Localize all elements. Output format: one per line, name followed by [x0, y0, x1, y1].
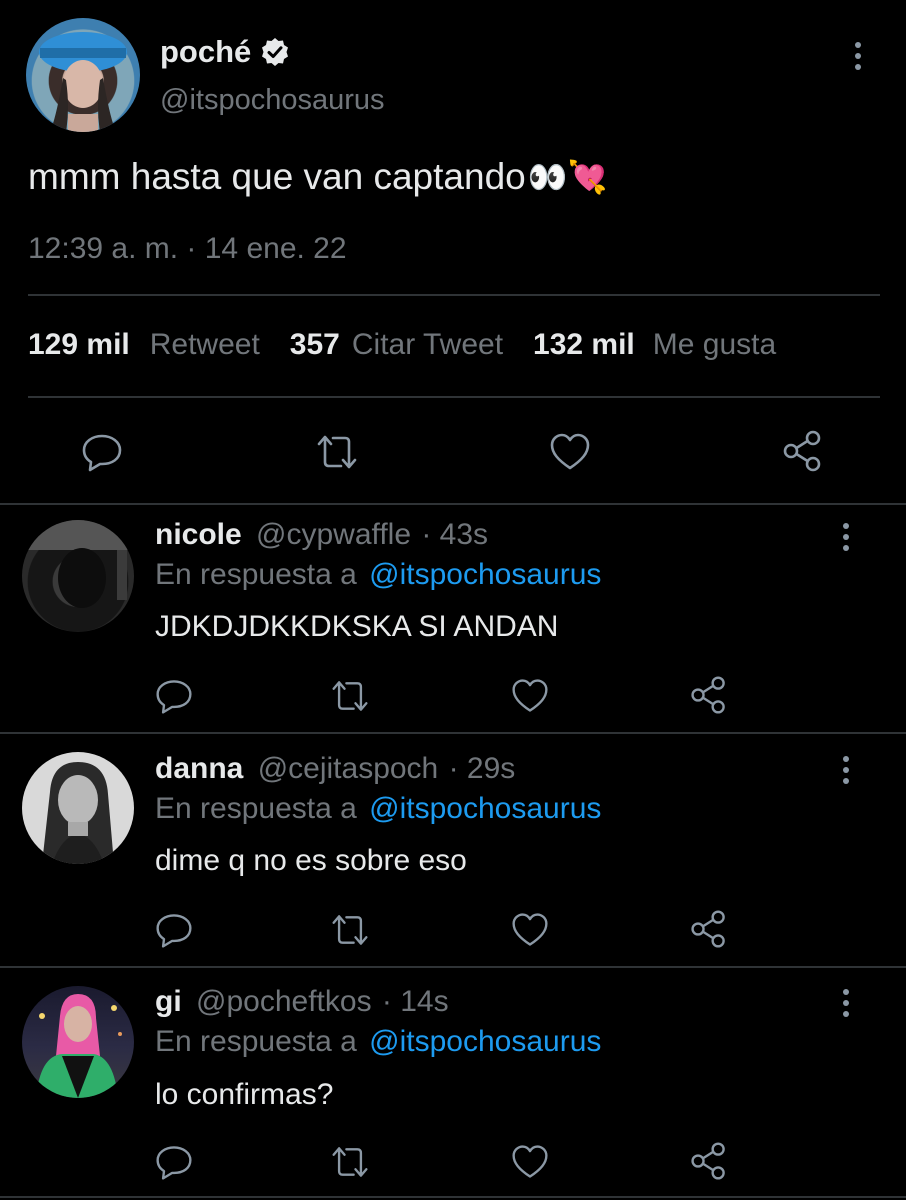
- reply-author-name[interactable]: nicole: [155, 518, 242, 551]
- retweet-icon[interactable]: [328, 910, 372, 950]
- share-icon[interactable]: [688, 674, 730, 716]
- reply-text: lo confirmas?: [155, 1078, 334, 1111]
- reply-prefix: En respuesta a: [155, 1025, 357, 1058]
- divider-top: [28, 294, 880, 296]
- more-options-icon[interactable]: [836, 750, 856, 790]
- divider-reply-3: [0, 1196, 906, 1198]
- retweets-label[interactable]: Retweet: [150, 328, 260, 362]
- quotes-count[interactable]: 357: [290, 328, 340, 362]
- reply-context: En respuesta a @itspochosaurus: [155, 558, 601, 592]
- verified-badge-icon: [259, 36, 291, 68]
- avatar-image: [22, 520, 134, 608]
- author-avatar[interactable]: [26, 18, 140, 132]
- tweet-timestamp[interactable]: 12:39 a. m. · 14 ene. 22: [28, 232, 347, 266]
- tweet-text: mmm hasta que van captando 👀💘: [28, 156, 607, 198]
- divider-reply-1: [0, 732, 906, 734]
- tweet-stats: 129 mil Retweet 357 Citar Tweet 132 mil …: [28, 328, 776, 362]
- like-icon[interactable]: [510, 1142, 550, 1182]
- reply-text: JDKDJDKKDKSKA SI ANDAN: [155, 610, 559, 643]
- like-icon[interactable]: [510, 676, 550, 716]
- reply-header: danna @cejitaspoch · 29s: [155, 752, 515, 786]
- reply-avatar[interactable]: [22, 752, 134, 864]
- retweet-icon[interactable]: [328, 676, 372, 716]
- like-icon[interactable]: [510, 910, 550, 950]
- reply-icon[interactable]: [154, 676, 194, 716]
- reply-text: dime q no es sobre eso: [155, 844, 467, 877]
- likes-count[interactable]: 132 mil: [533, 328, 635, 362]
- reply-icon[interactable]: [154, 1142, 194, 1182]
- author-name-row: poché: [160, 32, 291, 72]
- share-icon[interactable]: [780, 428, 826, 474]
- likes-label[interactable]: Me gusta: [653, 328, 776, 362]
- reply-author-handle[interactable]: @cejitaspoch: [258, 752, 439, 785]
- reply-time[interactable]: · 14s: [382, 985, 449, 1018]
- author-handle[interactable]: @itspochosaurus: [160, 84, 385, 117]
- reply-context: En respuesta a @itspochosaurus: [155, 792, 601, 826]
- like-icon[interactable]: [548, 430, 592, 474]
- reply-prefix: En respuesta a: [155, 558, 357, 591]
- reply-header: nicole @cypwaffle · 43s: [155, 518, 488, 552]
- avatar-image: [36, 994, 122, 1098]
- avatar-image: [42, 762, 114, 864]
- divider-stats: [28, 396, 880, 398]
- tweet-text-body: mmm hasta que van captando: [28, 156, 526, 197]
- retweets-count[interactable]: 129 mil: [28, 328, 130, 362]
- reply-avatar[interactable]: [22, 520, 134, 632]
- reply-context: En respuesta a @itspochosaurus: [155, 1025, 601, 1059]
- reply-avatar[interactable]: [22, 986, 134, 1098]
- more-options-icon[interactable]: [836, 983, 856, 1023]
- quotes-label[interactable]: Citar Tweet: [352, 328, 503, 362]
- retweet-icon[interactable]: [328, 1142, 372, 1182]
- divider-main: [0, 503, 906, 505]
- author-name[interactable]: poché: [160, 34, 251, 70]
- reply-time[interactable]: · 43s: [421, 518, 488, 551]
- share-icon[interactable]: [688, 1140, 730, 1182]
- more-options-icon[interactable]: [836, 517, 856, 557]
- reply-prefix: En respuesta a: [155, 792, 357, 825]
- more-options-icon[interactable]: [848, 36, 868, 76]
- reply-icon[interactable]: [80, 430, 124, 474]
- reply-header: gi @pocheftkos · 14s: [155, 985, 449, 1019]
- reply-author-handle[interactable]: @cypwaffle: [256, 518, 411, 551]
- share-icon[interactable]: [688, 908, 730, 950]
- reply-to-link[interactable]: @itspochosaurus: [369, 558, 601, 591]
- reply-time[interactable]: · 29s: [449, 752, 516, 785]
- reply-author-name[interactable]: gi: [155, 985, 182, 1018]
- avatar-image: [39, 32, 127, 132]
- reply-author-handle[interactable]: @pocheftkos: [196, 985, 372, 1018]
- reply-to-link[interactable]: @itspochosaurus: [369, 792, 601, 825]
- tweet-emoji: 👀💘: [527, 159, 608, 195]
- reply-to-link[interactable]: @itspochosaurus: [369, 1025, 601, 1058]
- divider-reply-2: [0, 966, 906, 968]
- reply-icon[interactable]: [154, 910, 194, 950]
- reply-author-name[interactable]: danna: [155, 752, 243, 785]
- retweet-icon[interactable]: [313, 430, 361, 474]
